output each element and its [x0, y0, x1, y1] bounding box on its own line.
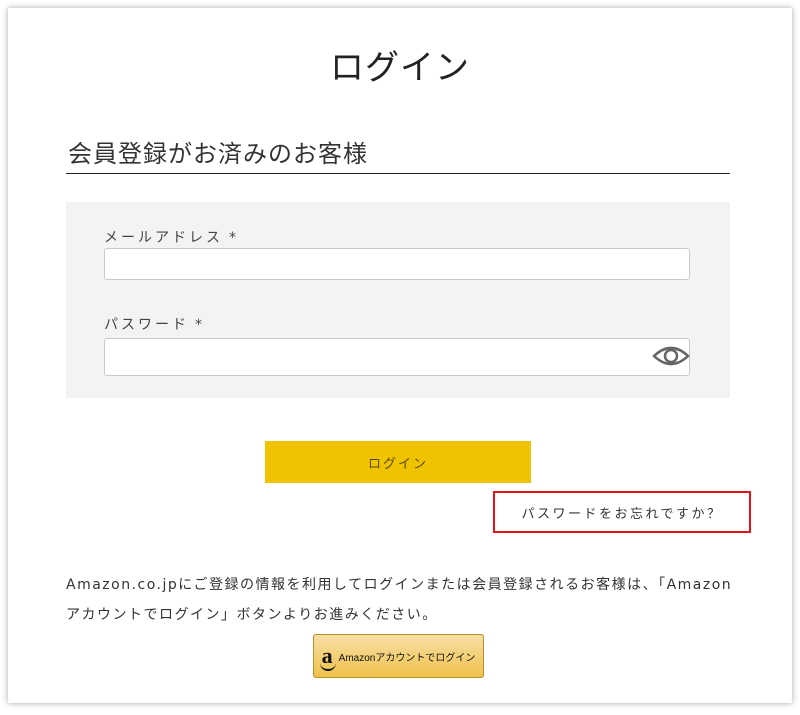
- password-label: パスワード *: [104, 314, 205, 334]
- password-required-mark: *: [195, 317, 205, 333]
- email-label-text: メールアドレス: [104, 230, 223, 246]
- email-required-mark: *: [229, 230, 239, 246]
- forgot-password-link[interactable]: パスワードをお忘れですか？: [493, 491, 751, 533]
- amazon-login-notice: Amazon.co.jpにご登録の情報を利用してログインまたは会員登録されるお客…: [66, 577, 733, 623]
- member-section-title: 会員登録がお済みのお客様: [68, 140, 368, 168]
- password-label-text: パスワード: [104, 317, 189, 333]
- amazon-login-button[interactable]: a Amazonアカウントでログイン: [313, 634, 484, 678]
- login-button[interactable]: ログイン: [265, 441, 531, 483]
- email-field[interactable]: [104, 248, 690, 280]
- amazon-button-label: Amazonアカウントでログイン: [338, 652, 476, 664]
- eye-icon[interactable]: [651, 342, 691, 370]
- amazon-logo-icon: a: [319, 645, 336, 671]
- email-label: メールアドレス *: [104, 227, 239, 247]
- password-field[interactable]: [104, 338, 690, 376]
- section-divider: [66, 173, 730, 174]
- page-title: ログイン: [330, 48, 470, 88]
